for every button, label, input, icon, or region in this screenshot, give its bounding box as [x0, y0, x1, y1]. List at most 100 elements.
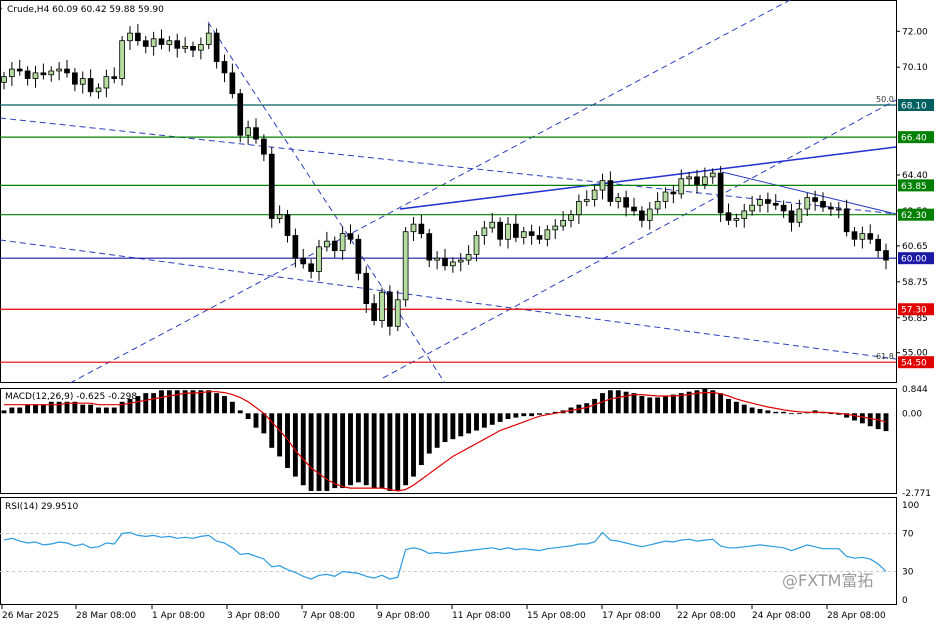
candle-body: [127, 32, 133, 42]
candle-body: [158, 38, 165, 45]
candle-body: [851, 231, 858, 240]
candle-body: [174, 40, 181, 49]
candle-body: [599, 180, 606, 191]
macd-bar: [348, 413, 353, 486]
candle-body: [757, 199, 763, 206]
macd-bar: [474, 413, 479, 431]
macd-bar: [229, 401, 235, 414]
candle-body: [717, 172, 724, 214]
macd-bar: [379, 413, 385, 489]
macd-bar: [631, 393, 637, 414]
fib-label-1: 61.8: [876, 352, 894, 361]
macd-bar: [96, 407, 101, 414]
candle-body: [363, 272, 370, 304]
candle-body: [820, 201, 826, 208]
candle-body: [331, 240, 338, 252]
rsi-tick-label: 100: [902, 501, 919, 511]
macd-bar: [355, 413, 361, 483]
rsi-tick-label: 70: [902, 530, 914, 540]
time-tick-label: 22 Apr 08:00: [677, 611, 736, 621]
candle-body: [780, 204, 787, 212]
candle-body: [843, 208, 850, 233]
candle-body: [410, 223, 417, 233]
candle-body: [48, 70, 55, 76]
candle-body: [119, 40, 125, 79]
candle-body: [166, 40, 173, 45]
macd-bar: [765, 410, 771, 414]
macd-bar: [363, 413, 369, 486]
macd-bar: [883, 413, 889, 432]
macd-bar: [497, 413, 503, 422]
macd-bar: [143, 393, 149, 414]
candle-body: [268, 153, 275, 219]
time-tick-label: 17 Apr 08:00: [602, 611, 661, 621]
candle-body: [615, 197, 622, 202]
candle-body: [749, 204, 755, 212]
candle-body: [426, 233, 433, 261]
candle-body: [670, 191, 677, 195]
candle-body: [300, 257, 307, 265]
candle-body: [796, 208, 803, 223]
macd-tick-label: -2.771: [902, 489, 931, 499]
macd-bar: [670, 394, 676, 414]
candle-body: [387, 291, 393, 327]
macd-bar: [308, 413, 314, 491]
macd-bar: [111, 407, 117, 414]
macd-bar: [678, 393, 684, 414]
candle-body: [513, 223, 519, 238]
macd-bar: [151, 393, 157, 414]
macd-bar: [529, 413, 535, 417]
macd-bar: [489, 413, 495, 425]
time-tick-label: 11 Apr 08:00: [452, 611, 511, 621]
macd-bar: [773, 411, 779, 414]
candle-body: [135, 32, 141, 42]
macd-bar: [222, 396, 227, 414]
macd-bar: [261, 413, 267, 434]
macd-bar: [718, 393, 724, 414]
macd-bar: [332, 413, 338, 489]
candle-body: [733, 218, 740, 221]
level-tag-6: 54.50: [901, 359, 927, 369]
header-dropdown-icon[interactable]: ▾: [0, 5, 2, 14]
candle-body: [72, 72, 78, 85]
macd-bar: [237, 410, 243, 414]
macd-bar: [859, 413, 865, 424]
candle-body: [725, 212, 732, 221]
candle-body: [607, 180, 614, 202]
chart-window: 50.061.8 72.0070.1064.4062.5060.6558.755…: [0, 0, 936, 624]
macd-bar: [403, 413, 409, 486]
candle-body: [867, 233, 874, 240]
time-tick-label: 28 Mar 08:00: [76, 611, 136, 621]
watermark: @FXTM富拓: [782, 571, 873, 590]
candle-body: [662, 191, 669, 202]
price-tick-label: 72.00: [902, 27, 928, 37]
macd-bar: [592, 398, 598, 414]
macd-bar: [25, 404, 31, 414]
candle-body: [788, 210, 795, 223]
candle-body: [709, 172, 716, 178]
candle-body: [631, 206, 637, 212]
candle-body: [142, 40, 149, 47]
macd-bar: [395, 413, 401, 491]
candle-body: [442, 257, 448, 267]
level-tag-1: 66.40: [901, 134, 927, 144]
macd-bar: [411, 413, 416, 477]
candle-body: [520, 231, 527, 238]
time-tick-label: 26 Mar 2025: [2, 611, 59, 621]
candle-body: [371, 303, 377, 321]
chart-header-title: Crude,H4 60.09 60.42 59.88 59.90: [7, 5, 164, 15]
macd-bar: [875, 413, 881, 430]
level-tag-0: 68.10: [901, 102, 927, 112]
macd-bar: [781, 411, 787, 414]
candle-body: [804, 197, 811, 210]
rsi-tick-label: 0: [902, 596, 908, 606]
candle-body: [229, 72, 236, 95]
macd-bar: [119, 401, 125, 414]
macd-tick-label: 0.00: [902, 409, 922, 419]
macd-bar: [253, 413, 259, 428]
candle-body: [418, 223, 425, 235]
candle-body: [253, 127, 259, 140]
candle-body: [245, 127, 251, 136]
candle-body: [9, 68, 15, 78]
candle-body: [79, 78, 86, 85]
